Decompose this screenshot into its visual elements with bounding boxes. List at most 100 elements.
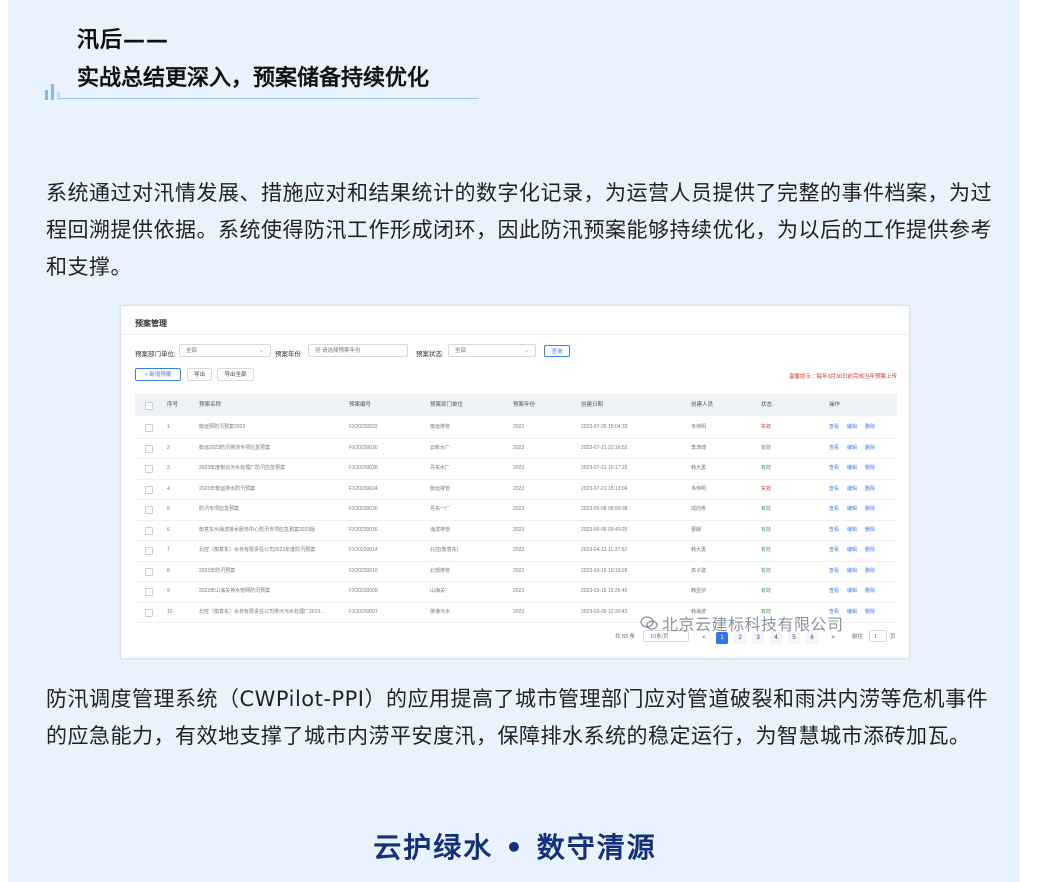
view-link[interactable]: 查看	[829, 561, 839, 581]
cell-code: FX20230014	[349, 547, 378, 553]
cell-name: 防汛专项应急预案	[199, 506, 240, 512]
view-link[interactable]: 查看	[829, 417, 839, 437]
cell-no: 6	[167, 526, 170, 533]
cell-status: 有效	[761, 506, 772, 512]
cell-user: 韦伟明	[691, 485, 707, 492]
cell-year: 2023	[513, 506, 525, 512]
cell-code: FX20230010	[349, 567, 378, 574]
column-header: 预案名称	[199, 402, 222, 408]
cell-code: FX20230009	[349, 588, 378, 594]
cell-date: 2023-07-21 15:13:04	[581, 485, 628, 492]
export-button[interactable]: 导出	[187, 368, 212, 381]
cell-date: 2023-07-21 22:16:52	[581, 444, 628, 451]
delete-link[interactable]: 删除	[865, 540, 875, 560]
export-all-button[interactable]: 导出全部	[217, 368, 254, 381]
dept-filter-select[interactable]: 全部 ⌄	[179, 344, 271, 357]
edit-link[interactable]: 编辑	[847, 499, 857, 519]
year-filter-input[interactable]: ▦ 请选择预案年份	[308, 344, 408, 357]
status-filter-select[interactable]: 全部 ⌄	[448, 344, 536, 357]
cell-user: 成向男	[691, 506, 707, 512]
edit-link[interactable]: 编辑	[847, 520, 857, 540]
column-header: 预案年份	[513, 402, 536, 408]
delete-link[interactable]: 删除	[865, 479, 875, 499]
row-checkbox[interactable]	[145, 567, 153, 576]
view-link[interactable]: 查看	[829, 520, 839, 540]
delete-link[interactable]: 删除	[865, 458, 875, 478]
cell-code: FX20230032	[349, 424, 378, 430]
cell-code: FX20230007	[349, 608, 378, 615]
edit-link[interactable]: 编辑	[847, 561, 857, 581]
cell-no: 4	[167, 485, 170, 492]
cell-name: 2023年衡运排水防汛预案	[199, 485, 256, 492]
row-checkbox[interactable]	[145, 526, 153, 535]
cell-date: 2023-07-21 10:17:25	[581, 465, 628, 471]
column-header: 创建人员	[691, 402, 714, 408]
delete-link[interactable]: 删除	[865, 602, 875, 622]
chevron-down-icon: ⌄	[258, 348, 264, 354]
row-checkbox[interactable]	[145, 506, 153, 514]
row-checkbox[interactable]	[145, 424, 153, 432]
cell-user: 李涛博	[691, 444, 707, 451]
view-link[interactable]: 查看	[829, 499, 839, 519]
cell-user: 韩显侦	[691, 588, 707, 594]
delete-link[interactable]: 删除	[865, 520, 875, 540]
edit-link[interactable]: 编辑	[847, 602, 857, 622]
cell-no: 1	[167, 424, 170, 430]
row-checkbox[interactable]	[145, 444, 153, 453]
delete-link[interactable]: 删除	[865, 417, 875, 437]
upload-notice: 温馨提示：每年3月30日前完成当年预案上传	[788, 374, 897, 380]
cell-no: 3	[167, 465, 170, 471]
cell-dept: 丹东水厂	[430, 465, 451, 471]
cell-dept: 山海关	[430, 588, 446, 594]
view-link[interactable]: 查看	[829, 581, 839, 601]
delete-link[interactable]: 删除	[865, 561, 875, 581]
cell-no: 10	[167, 608, 173, 615]
edit-link[interactable]: 编辑	[847, 581, 857, 601]
delete-link[interactable]: 删除	[865, 438, 875, 458]
section-title-line1: 汛后——	[77, 28, 170, 53]
cell-name: 北控（衡意东）水务有限责任公司2023年度防汛预案	[199, 547, 316, 553]
row-checkbox[interactable]	[145, 485, 153, 494]
cell-date: 2023-05-06 09:40:25	[581, 526, 628, 533]
table-row: 2 衡运2023防汛排涝专项应急预案 FX20230030 云新水厂 2023 2023-…	[135, 438, 897, 459]
table-row: 1 衡运预防汛预案2023 FX20230032 衡运排管 2023 2023-07-25…	[135, 417, 897, 439]
cell-status: 有效	[761, 547, 772, 553]
edit-link[interactable]: 编辑	[847, 417, 857, 437]
query-button[interactable]: 查询	[544, 345, 570, 357]
cell-date: 2023-03-09 12:30:42	[581, 608, 628, 615]
row-checkbox[interactable]	[145, 465, 153, 473]
delete-link[interactable]: 删除	[865, 581, 875, 601]
cell-name: 2023年度衡云污水处理厂防汛应急预案	[199, 465, 286, 471]
edit-link[interactable]: 编辑	[847, 458, 857, 478]
watermark-text: 北京云建标科技有限公司	[662, 615, 844, 634]
cell-date: 2023-03-15 15:26:45	[581, 588, 628, 594]
add-plan-button[interactable]: + 新增预案	[135, 368, 181, 381]
view-link[interactable]: 查看	[829, 458, 839, 478]
view-link[interactable]: 查看	[829, 479, 839, 499]
year-filter-placeholder: 请选择预案年份	[322, 348, 361, 354]
cell-user: 高子建	[691, 567, 707, 574]
edit-link[interactable]: 编辑	[847, 438, 857, 458]
select-all-checkbox[interactable]	[145, 402, 153, 410]
table-row: 6 衡意东州海滨排水服务中心防汛专项应急预案2023版 FX20230016 海滨排管…	[135, 520, 897, 541]
view-link[interactable]: 查看	[829, 540, 839, 560]
column-header: 序号	[167, 402, 179, 408]
table-row: 3 2023年度衡云污水处理厂防汛应急预案 FX20230028 丹东水厂 2023 20…	[135, 458, 897, 480]
delete-link[interactable]: 删除	[865, 499, 875, 519]
goto-label: 前往	[852, 634, 864, 640]
view-link[interactable]: 查看	[829, 438, 839, 458]
cell-status: 有效	[761, 588, 772, 594]
edit-link[interactable]: 编辑	[847, 540, 857, 560]
edit-link[interactable]: 编辑	[847, 479, 857, 499]
goto-page-input[interactable]: 1	[869, 630, 887, 642]
dept-filter-label: 预案部门单位:	[135, 351, 176, 358]
cell-no: 7	[167, 547, 170, 553]
row-checkbox[interactable]	[145, 608, 153, 617]
table-row: 8 2023年防汛预案 FX20230010 北部排管 2023 2023-03-16 1…	[135, 561, 897, 582]
cell-date: 2023-05-08 08:50:38	[581, 506, 628, 512]
table-row: 9 2023年山海关排水管网防汛预案 FX20230009 山海关 2023 2023-0…	[135, 581, 897, 603]
cell-name: 衡运预防汛预案2023	[199, 424, 246, 430]
row-checkbox[interactable]	[145, 588, 153, 596]
cell-year: 2023	[513, 465, 525, 471]
row-checkbox[interactable]	[145, 547, 153, 555]
